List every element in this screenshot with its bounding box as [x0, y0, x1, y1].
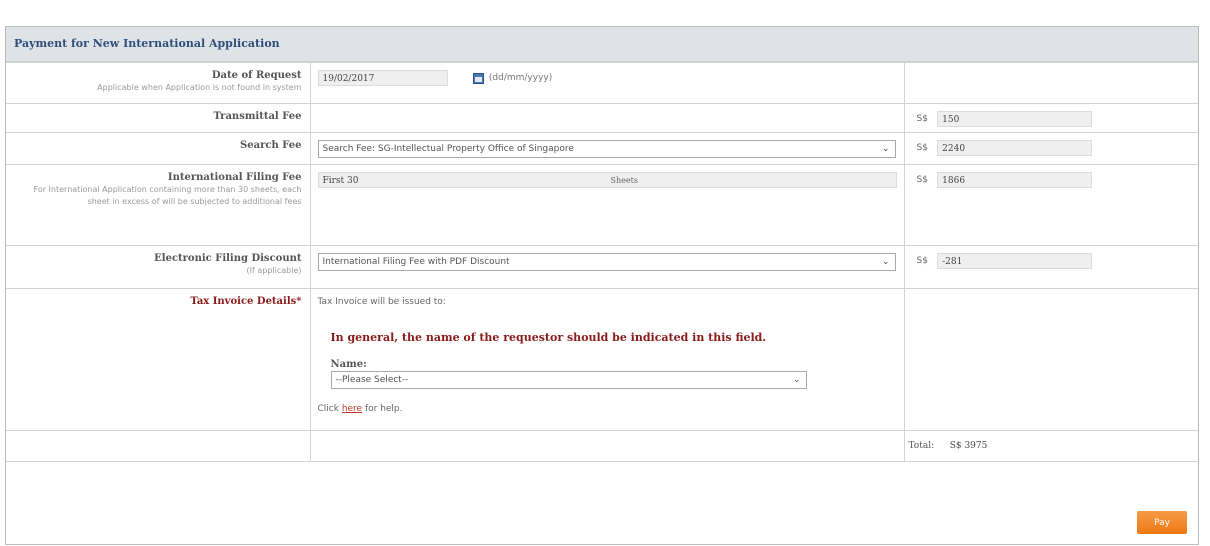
requestor-warning: In general, the name of the requestor sh…: [330, 331, 767, 344]
filing-sheets-field: First 30 Sheets: [317, 172, 897, 188]
search-fee-select[interactable]: Search Fee: SG-Intellectual Property Off…: [317, 140, 896, 158]
tax-invoice-intro: Tax Invoice will be issued to:: [317, 297, 446, 307]
row-date-of-request: Date of Request Applicable when Applicat…: [6, 62, 1198, 104]
electronic-filing-discount-label: Electronic Filing Discount: [154, 253, 302, 264]
row-transmittal-fee: Transmittal Fee S$ 150: [6, 103, 1198, 133]
transmittal-fee-amount: 150: [937, 111, 1093, 127]
search-currency: S$: [916, 143, 928, 153]
total-value: S$ 3975: [949, 441, 988, 451]
pay-button[interactable]: Pay: [1137, 511, 1187, 534]
row-total: Total: S$ 3975: [6, 430, 1198, 462]
international-filing-fee-sublabel: For International Application containing…: [33, 185, 302, 206]
total-mid-cell: [309, 430, 905, 462]
name-selected: --Please Select--: [335, 374, 409, 385]
transmittal-amount-cell: S$ 150: [903, 103, 1198, 133]
help-text: Click here for help.: [318, 404, 896, 414]
row-international-filing-fee: International Filing Fee For Internation…: [6, 164, 1198, 246]
row-tax-invoice-details: Tax Invoice Details* Tax Invoice will be…: [6, 288, 1198, 431]
row-search-fee: Search Fee Search Fee: SG-Intellectual P…: [6, 132, 1198, 165]
help-link[interactable]: here: [342, 404, 362, 414]
row-electronic-filing-discount: Electronic Filing Discount (If applicabl…: [6, 245, 1198, 289]
tax-label-cell: Tax Invoice Details*: [6, 288, 311, 431]
payment-form-table: Date of Request Applicable when Applicat…: [6, 62, 1198, 462]
international-filing-fee-label: International Filing Fee: [167, 172, 302, 183]
help-prefix: Click: [317, 403, 342, 414]
payment-panel: Payment for New International Applicatio…: [5, 26, 1199, 545]
transmittal-fee-label: Transmittal Fee: [213, 111, 302, 122]
filing-amount-cell: S$ 1866: [903, 164, 1198, 246]
filing-label-cell: International Filing Fee For Internation…: [6, 164, 311, 246]
total-label: Total:: [908, 441, 935, 451]
total-empty-cell: [6, 430, 311, 462]
discount-amount-cell: S$ -281: [903, 245, 1198, 289]
date-format-hint: (dd/mm/yyyy): [488, 73, 553, 83]
transmittal-currency: S$: [916, 114, 928, 124]
filing-fee-amount: 1866: [937, 172, 1093, 188]
discount-select[interactable]: International Filing Fee with PDF Discou…: [317, 253, 896, 271]
transmittal-mid-cell: [309, 103, 905, 133]
date-of-request-label: Date of Request: [211, 70, 302, 81]
calendar-icon[interactable]: [472, 72, 484, 84]
name-field-row: Name: --Please Select-- ⌄: [330, 359, 896, 389]
discount-label-cell: Electronic Filing Discount (If applicabl…: [6, 245, 311, 289]
name-select[interactable]: --Please Select-- ⌄: [330, 370, 807, 389]
date-of-request-input[interactable]: 19/02/2017: [317, 70, 448, 86]
filing-sheets-unit: Sheets: [610, 176, 638, 185]
filing-currency: S$: [916, 175, 928, 185]
tax-amount-cell: [903, 288, 1198, 431]
search-select-cell: Search Fee: SG-Intellectual Property Off…: [309, 132, 905, 165]
date-input-cell: 19/02/2017 (dd/mm/yyyy): [309, 62, 905, 104]
chevron-down-icon: ⌄: [792, 374, 801, 385]
date-label-cell: Date of Request Applicable when Applicat…: [6, 62, 311, 104]
tax-details-cell: Tax Invoice will be issued to: In genera…: [309, 288, 905, 431]
search-fee-label: Search Fee: [240, 140, 302, 151]
electronic-filing-discount-sublabel: (If applicable): [246, 266, 302, 275]
discount-selected: International Filing Fee with PDF Discou…: [322, 257, 510, 267]
panel-title: Payment for New International Applicatio…: [6, 27, 1198, 62]
date-of-request-sublabel: Applicable when Application is not found…: [97, 83, 302, 92]
discount-select-cell: International Filing Fee with PDF Discou…: [309, 245, 905, 289]
search-label-cell: Search Fee: [6, 132, 311, 165]
filing-sheets-cell: First 30 Sheets: [309, 164, 905, 246]
help-suffix: for help.: [362, 403, 403, 414]
discount-currency: S$: [916, 256, 928, 266]
tax-invoice-details-label: Tax Invoice Details*: [190, 296, 302, 307]
chevron-down-icon: ⌄: [881, 257, 890, 267]
search-fee-amount: 2240: [937, 140, 1093, 156]
transmittal-label-cell: Transmittal Fee: [6, 103, 311, 133]
date-amount-cell: [903, 62, 1198, 104]
search-amount-cell: S$ 2240: [903, 132, 1198, 165]
filing-sheets-value: First 30: [322, 176, 359, 186]
chevron-down-icon: ⌄: [881, 144, 890, 154]
search-fee-selected: Search Fee: SG-Intellectual Property Off…: [322, 144, 574, 154]
name-label: Name:: [330, 359, 367, 370]
discount-amount: -281: [937, 253, 1093, 269]
total-cell: Total: S$ 3975: [903, 430, 1198, 462]
